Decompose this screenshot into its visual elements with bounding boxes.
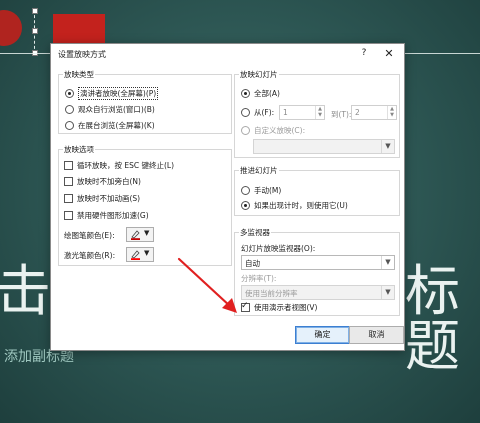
checkbox-label: 禁用硬件图形加速(G) [77,211,149,220]
pen-color-label: 绘图笔颜色(E): [64,231,115,240]
close-icon[interactable]: ✕ [382,47,396,61]
resolution-select[interactable]: 使用当前分辨率 ▼ [241,285,395,300]
radio-use-timings[interactable]: 如果出现计时，则使用它(U) [241,200,348,211]
from-slide-spinner[interactable]: 1 ▲ ▼ [279,105,325,120]
monitor-select[interactable]: 自动 ▼ [241,255,395,270]
radio-icon[interactable] [241,186,250,195]
radio-label: 在展台浏览(全屏幕)(K) [78,121,155,130]
dialog-titlebar[interactable]: 设置放映方式 ? ✕ [51,44,404,64]
monitor-value: 自动 [245,259,260,268]
checkbox-icon[interactable] [64,194,73,203]
radio-label: 全部(A) [254,89,280,98]
checkbox-label: 循环放映，按 ESC 键终止(L) [77,161,175,170]
radio-manually[interactable]: 手动(M) [241,185,281,196]
radio-icon[interactable] [241,108,250,117]
checkbox-no-animation[interactable]: 放映时不加动画(S) [64,193,140,204]
radio-presenter-fullscreen[interactable]: 演讲者放映(全屏幕)(P) [65,87,159,100]
show-slides-group: 放映幻灯片 全部(A) 从(F): 1 ▲ ▼ 到(T): 2 ▲ ▼ 自定义放映(… [234,69,400,158]
to-slide-value: 2 [355,108,360,117]
spin-arrows-icon[interactable]: ▲ ▼ [387,106,396,119]
checkbox-icon[interactable] [64,177,73,186]
to-slide-spinner[interactable]: 2 ▲ ▼ [351,105,397,120]
pen-color-button[interactable]: ▼ [126,227,154,242]
chevron-down-icon: ▼ [381,256,394,269]
dialog-title: 设置放映方式 [58,50,106,59]
radio-kiosk-fullscreen[interactable]: 在展台浏览(全屏幕)(K) [65,120,155,131]
radio-custom-show[interactable]: 自定义放映(C): [241,125,305,136]
to-slide-label: 到(T): [331,110,352,119]
multiple-monitors-group: 多监视器 幻灯片放映监视器(O): 自动 ▼ 分辨率(T): 使用当前分辨率 ▼… [234,227,400,316]
cancel-button[interactable]: 取消 [349,326,404,344]
pen-color-icon [131,230,140,240]
checkbox-label: 使用演示者视图(V) [254,303,318,312]
checkbox-label: 放映时不加旁白(N) [77,177,141,186]
show-options-group: 放映选项 循环放映，按 ESC 键终止(L) 放映时不加旁白(N) 放映时不加动… [58,144,232,266]
laser-color-button[interactable]: ▼ [126,247,154,262]
ok-button[interactable]: 确定 [295,326,350,344]
checkbox-label: 放映时不加动画(S) [77,194,141,203]
chevron-down-icon: ▼ [144,229,150,237]
slide-red-rect-shape [53,14,105,44]
custom-show-select[interactable]: ▼ [253,139,395,154]
show-slides-label: 放映幻灯片 [239,69,279,80]
resolution-label: 分辨率(T): [241,274,277,283]
chevron-down-icon: ▼ [381,140,394,153]
chevron-down-icon: ▼ [381,286,394,299]
advance-slides-label: 推进幻灯片 [239,165,279,176]
resolution-value: 使用当前分辨率 [245,289,298,298]
laser-color-label: 激光笔颜色(R): [64,251,116,260]
checkbox-icon[interactable] [241,301,250,312]
checkbox-loop-until-esc[interactable]: 循环放映，按 ESC 键终止(L) [64,160,174,171]
radio-from-slide[interactable]: 从(F): [241,107,274,118]
checkbox-disable-hw-acceleration[interactable]: 禁用硬件图形加速(G) [64,210,149,221]
laser-color-icon [131,250,140,260]
slide-title-right-fragment[interactable]: 标题 [405,264,480,374]
resize-handle[interactable] [32,8,38,14]
checkbox-no-narration[interactable]: 放映时不加旁白(N) [64,176,141,187]
radio-icon[interactable] [241,201,250,210]
show-options-label: 放映选项 [63,144,95,155]
from-slide-value: 1 [283,108,288,117]
annotation-arrow-icon [177,257,237,313]
chevron-down-icon: ▼ [144,249,150,257]
checkbox-icon[interactable] [64,211,73,220]
radio-label: 如果出现计时，则使用它(U) [254,201,348,210]
multiple-monitors-label: 多监视器 [239,227,271,238]
checkbox-presenter-view[interactable]: 使用演示者视图(V) [241,301,318,313]
slide-red-circle-shape [0,10,22,46]
radio-icon[interactable] [241,126,250,135]
radio-label: 手动(M) [254,186,282,195]
checkbox-icon[interactable] [64,161,73,170]
radio-label: 从(F): [254,108,275,117]
slide-title-left-fragment[interactable]: 击 [0,264,51,319]
spin-arrows-icon[interactable]: ▲ ▼ [315,106,324,119]
radio-icon[interactable] [65,89,74,98]
radio-icon[interactable] [241,89,250,98]
resize-handle[interactable] [32,28,38,34]
radio-icon[interactable] [65,121,74,130]
radio-individual-window[interactable]: 观众自行浏览(窗口)(B) [65,104,155,115]
show-type-group: 放映类型 演讲者放映(全屏幕)(P) 观众自行浏览(窗口)(B) 在展台浏览(全… [58,69,232,134]
advance-slides-group: 推进幻灯片 手动(M) 如果出现计时，则使用它(U) [234,165,400,216]
show-type-label: 放映类型 [63,69,95,80]
radio-all-slides[interactable]: 全部(A) [241,88,280,99]
radio-label: 观众自行浏览(窗口)(B) [78,105,155,114]
monitor-label: 幻灯片放映监视器(O): [241,244,316,253]
radio-label: 演讲者放映(全屏幕)(P) [78,87,159,100]
radio-label: 自定义放映(C): [254,126,306,135]
radio-icon[interactable] [65,105,74,114]
help-button[interactable]: ? [357,48,371,61]
